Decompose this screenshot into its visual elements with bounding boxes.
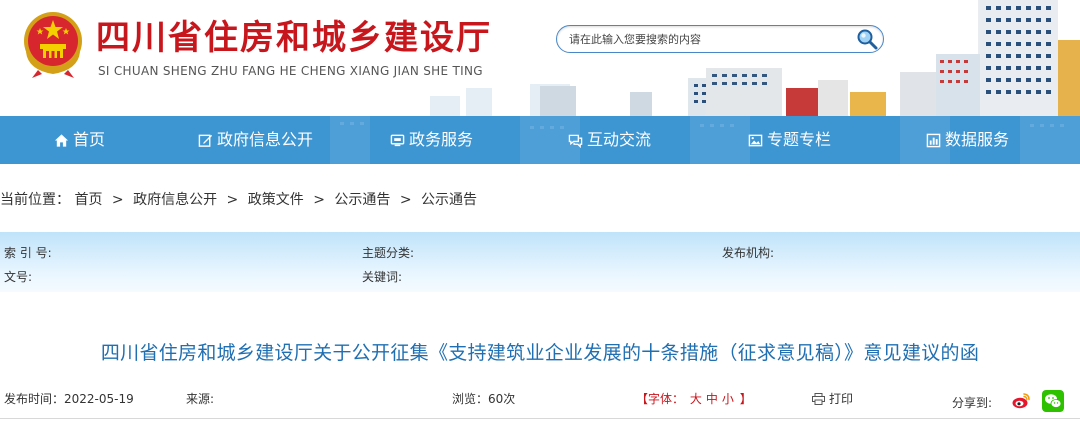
- document-meta-box: 索 引 号: 主题分类: 发布机构: 文号: 关键词:: [0, 232, 1080, 292]
- site-subtitle: SI CHUAN SHENG ZHU FANG HE CHENG XIANG J…: [98, 64, 483, 78]
- nav-label: 数据服务: [945, 130, 1010, 149]
- article-title: 四川省住房和城乡建设厅关于公开征集《支持建筑业企业发展的十条措施（征求意见稿）》…: [100, 342, 980, 364]
- font-size-medium-button[interactable]: 中: [704, 392, 720, 406]
- breadcrumb-separator: >: [313, 192, 325, 208]
- monitor-icon: [390, 134, 405, 146]
- breadcrumb-item-policy[interactable]: 政策文件: [248, 192, 304, 208]
- index-number-label: 索 引 号:: [4, 246, 52, 260]
- weibo-share-icon[interactable]: [1010, 390, 1032, 412]
- main-nav: 首页 政府信息公开 政务服务 互动交流 专题专栏 数据服务: [0, 116, 1080, 164]
- font-size-small-button[interactable]: 小: [720, 392, 736, 406]
- chart-icon: [926, 133, 941, 147]
- chat-icon: [568, 134, 583, 148]
- view-count: 浏览：60次: [452, 392, 516, 406]
- search-box: [556, 25, 884, 53]
- breadcrumb-item-notices-current[interactable]: 公示通告: [421, 192, 477, 208]
- image-icon: [748, 134, 763, 146]
- search-input[interactable]: [569, 30, 839, 48]
- keywords-label: 关键词:: [362, 270, 403, 284]
- breadcrumb-separator: >: [399, 192, 412, 208]
- nav-item-data-service[interactable]: 数据服务: [926, 116, 1009, 164]
- nav-label: 专题专栏: [767, 130, 832, 149]
- breadcrumb-separator: >: [226, 192, 239, 208]
- nav-background: [0, 116, 1080, 164]
- topic-category-label: 主题分类:: [362, 246, 415, 260]
- print-button[interactable]: 打印: [812, 390, 853, 407]
- breadcrumb-item-notices[interactable]: 公示通告: [334, 192, 390, 208]
- nav-label: 政府信息公开: [217, 130, 314, 149]
- print-label: 打印: [829, 392, 854, 406]
- breadcrumb-item-gov-info[interactable]: 政府信息公开: [133, 192, 217, 208]
- nav-item-gov-info[interactable]: 政府信息公开: [198, 116, 313, 164]
- publish-time: 发布时间：2022-05-19: [4, 392, 134, 406]
- nav-label: 政务服务: [409, 130, 474, 149]
- document-number-label: 文号:: [4, 270, 33, 284]
- share-label: 分享到:: [952, 396, 993, 410]
- search-icon[interactable]: [855, 27, 879, 51]
- font-size-large-button[interactable]: 大: [688, 392, 704, 406]
- nav-item-gov-service[interactable]: 政务服务: [390, 116, 473, 164]
- edit-icon: [198, 134, 213, 147]
- font-size-control: 【字体： 大中小 】: [636, 390, 752, 407]
- nav-item-interaction[interactable]: 互动交流: [568, 116, 651, 164]
- printer-icon: [812, 392, 825, 405]
- site-header: 四川省住房和城乡建设厅 SI CHUAN SHENG ZHU FANG HE C…: [0, 0, 1080, 116]
- nav-label: 互动交流: [587, 130, 652, 149]
- publisher-label: 发布机构:: [722, 246, 775, 260]
- font-size-suffix: 】: [739, 392, 752, 406]
- divider: [0, 418, 1080, 419]
- breadcrumb: 当前位置： 首页 > 政府信息公开 > 政策文件 > 公示通告 > 公示通告: [0, 188, 477, 212]
- font-size-prefix: 【字体：: [636, 392, 685, 406]
- home-icon: [54, 133, 69, 147]
- breadcrumb-separator: >: [111, 192, 124, 208]
- breadcrumb-prefix: 当前位置：: [0, 192, 70, 208]
- skyline-illustration: [430, 0, 1080, 116]
- nav-item-home[interactable]: 首页: [54, 116, 105, 164]
- article-info-bar: 发布时间：2022-05-19 来源: 浏览：60次 【字体： 大中小 】 打印…: [0, 386, 1080, 416]
- wechat-share-icon[interactable]: [1042, 390, 1064, 412]
- national-emblem-icon: [24, 12, 82, 78]
- source-label: 来源:: [186, 392, 215, 406]
- nav-item-special-topics[interactable]: 专题专栏: [748, 116, 831, 164]
- nav-label: 首页: [73, 130, 106, 149]
- breadcrumb-item-home[interactable]: 首页: [74, 192, 102, 208]
